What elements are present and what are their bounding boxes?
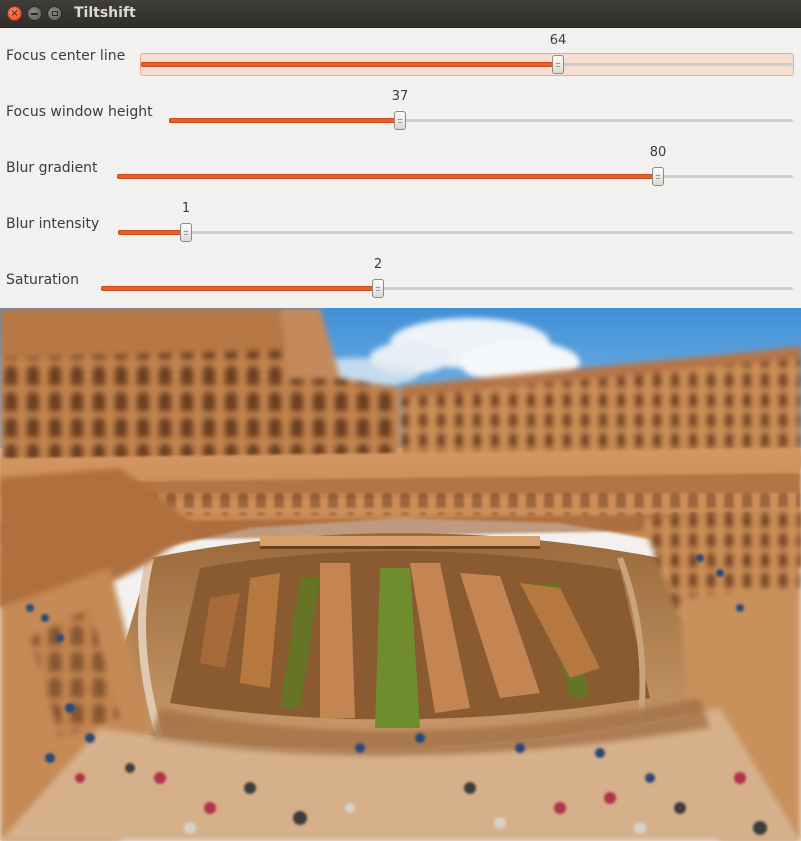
minimize-button[interactable]: [27, 6, 42, 21]
row-focus-center-line: Focus center line 64: [0, 28, 801, 84]
blur-intensity-value: 1: [181, 201, 191, 216]
row-focus-window-height: Focus window height 37: [0, 84, 801, 140]
focus-window-height-label: Focus window height: [6, 104, 153, 120]
preview-image: [0, 308, 801, 841]
slider-thumb[interactable]: [180, 223, 192, 242]
focus-window-height-slider[interactable]: 37: [169, 84, 793, 140]
slider-fill: [117, 174, 658, 179]
focus-window-height-value: 37: [391, 89, 409, 104]
row-blur-gradient: Blur gradient 80: [0, 140, 801, 196]
row-saturation: Saturation 2: [0, 252, 801, 308]
blur-intensity-slider[interactable]: 1: [118, 196, 793, 252]
minimize-icon: [31, 12, 38, 15]
slider-track[interactable]: [118, 231, 793, 234]
focus-center-line-value: 64: [549, 33, 567, 48]
focus-center-line-slider[interactable]: 64: [140, 28, 794, 84]
slider-fill: [169, 118, 400, 123]
blur-gradient-label: Blur gradient: [6, 160, 98, 176]
slider-thumb[interactable]: [652, 167, 664, 186]
slider-fill: [141, 62, 558, 67]
maximize-icon: [51, 11, 58, 16]
focus-center-line-label: Focus center line: [6, 48, 126, 64]
saturation-slider[interactable]: 2: [101, 252, 793, 308]
saturation-value: 2: [373, 257, 383, 272]
close-icon: ×: [10, 7, 19, 19]
blur-gradient-slider[interactable]: 80: [117, 140, 793, 196]
row-blur-intensity: Blur intensity 1: [0, 196, 801, 252]
window-title: Tiltshift: [74, 5, 136, 21]
saturation-label: Saturation: [6, 272, 79, 288]
slider-thumb[interactable]: [372, 279, 384, 298]
slider-thumb[interactable]: [394, 111, 406, 130]
slider-fill: [118, 230, 186, 235]
blur-gradient-value: 80: [649, 145, 667, 160]
maximize-button[interactable]: [47, 6, 62, 21]
close-button[interactable]: ×: [7, 6, 22, 21]
slider-thumb[interactable]: [552, 55, 564, 74]
slider-fill: [101, 286, 378, 291]
blur-intensity-label: Blur intensity: [6, 216, 100, 232]
title-bar: × Tiltshift: [0, 0, 801, 28]
